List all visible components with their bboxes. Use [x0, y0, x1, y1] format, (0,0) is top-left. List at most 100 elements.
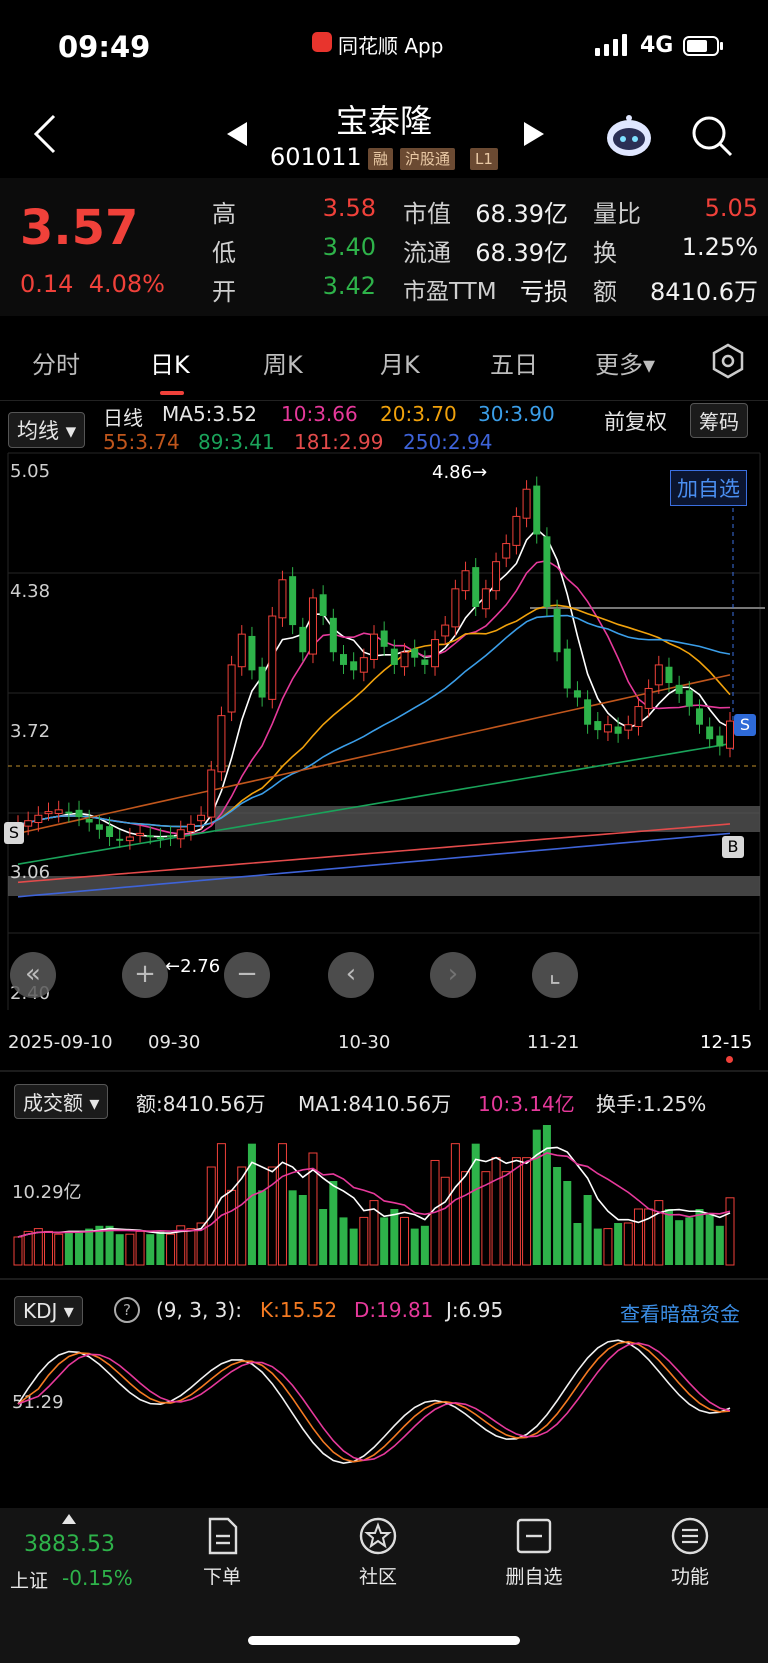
candle: [156, 837, 164, 839]
ma5-value: MA5:3.52: [162, 402, 257, 426]
battery-tip: [720, 42, 723, 50]
app-label[interactable]: 同花顺 App: [312, 30, 443, 59]
community-icon[interactable]: [358, 1516, 398, 1556]
volume-bar: [410, 1228, 419, 1265]
volume-turnover: 换手:1.25%: [596, 1092, 707, 1116]
candlestick-chart[interactable]: [0, 450, 768, 1010]
candle: [380, 630, 388, 647]
volume-bar: [298, 1195, 307, 1265]
candle: [451, 588, 460, 628]
community-label[interactable]: 社区: [338, 1562, 418, 1589]
volume-bar: [501, 1171, 511, 1266]
candle: [543, 536, 551, 607]
tab-more[interactable]: 更多▾: [595, 345, 655, 380]
home-indicator: [248, 1636, 520, 1645]
buy-signal-badge: B: [722, 836, 744, 858]
remove-watch-icon[interactable]: [514, 1516, 554, 1556]
candle: [24, 820, 33, 827]
zoom-out-icon[interactable]: −: [224, 952, 270, 998]
candle: [136, 832, 145, 836]
candle: [106, 826, 114, 837]
volume-bar: [583, 1195, 592, 1265]
volume-bar: [359, 1216, 369, 1266]
search-icon[interactable]: [690, 114, 734, 158]
adjust-toggle[interactable]: 前复权: [604, 406, 667, 436]
zoom-out-far-icon[interactable]: «: [10, 952, 56, 998]
volume-bar: [593, 1228, 602, 1265]
candle: [237, 633, 246, 668]
candle: [492, 561, 501, 592]
period-label: 日线: [103, 406, 143, 430]
candle: [116, 838, 124, 841]
volume-bar: [542, 1125, 551, 1265]
candle: [339, 654, 347, 665]
candle: [278, 579, 287, 619]
candle: [85, 818, 93, 823]
candle: [726, 720, 734, 749]
today-dot: [726, 1056, 733, 1063]
volume-bar: [13, 1236, 23, 1266]
volume-bar: [633, 1208, 643, 1266]
y-tick-2: 4.38: [10, 581, 51, 602]
volume-bar: [400, 1216, 410, 1266]
volume-bar: [115, 1234, 124, 1265]
tab-intraday[interactable]: 分时: [32, 345, 80, 380]
scroll-left-icon[interactable]: ‹: [328, 952, 374, 998]
volume-bar: [511, 1157, 521, 1266]
candle: [125, 836, 134, 842]
tab-five-day[interactable]: 五日: [490, 345, 538, 380]
remove-watch-label[interactable]: 删自选: [494, 1562, 574, 1589]
network-label: 4G: [640, 33, 674, 58]
candle: [716, 735, 724, 747]
dark-pool-link[interactable]: 查看暗盘资金: [620, 1298, 740, 1327]
menu-label[interactable]: 功能: [650, 1562, 730, 1589]
next-stock-icon[interactable]: [522, 120, 546, 148]
tab-weekly-k[interactable]: 周K: [263, 345, 303, 380]
volume-bar: [319, 1209, 328, 1265]
candle: [685, 690, 693, 707]
y-tick-4: 3.06: [10, 862, 51, 883]
y-tick-3: 3.72: [10, 721, 51, 742]
candle: [573, 690, 581, 698]
index-expand-icon[interactable]: [62, 1514, 76, 1524]
robot-assistant-icon[interactable]: [603, 112, 655, 158]
candle: [563, 648, 571, 689]
volume-bar: [725, 1197, 735, 1266]
chips-button[interactable]: 筹码: [690, 403, 748, 438]
status-time: 09:49: [58, 30, 151, 64]
volume-bar: [216, 1143, 226, 1266]
order-label[interactable]: 下单: [182, 1562, 262, 1589]
index-value[interactable]: 3883.53: [24, 1532, 115, 1557]
index-change: -0.15%: [62, 1566, 133, 1590]
candle: [34, 814, 43, 824]
add-watchlist-button[interactable]: 加自选: [670, 470, 747, 506]
turnover-label: 换: [593, 239, 617, 267]
help-icon[interactable]: ?: [114, 1297, 140, 1323]
tab-daily-k[interactable]: 日K: [150, 345, 190, 380]
candle: [248, 635, 256, 671]
x-tick-4: 11-21: [527, 1032, 580, 1053]
tab-monthly-k[interactable]: 月K: [380, 345, 420, 380]
volume-bar: [491, 1157, 501, 1266]
zoom-in-icon[interactable]: +: [122, 952, 168, 998]
scroll-right-icon[interactable]: ›: [430, 952, 476, 998]
order-icon[interactable]: [202, 1516, 242, 1556]
kdj-selector[interactable]: KDJ ▾: [14, 1296, 83, 1326]
candle: [472, 567, 480, 607]
volume-bar: [380, 1217, 389, 1265]
y-tick-high: 5.05: [10, 461, 51, 482]
indicator-selector[interactable]: 均线 ▾: [8, 412, 86, 448]
volume-bar: [33, 1228, 43, 1266]
fullscreen-icon[interactable]: ⌞: [532, 952, 578, 998]
volume-bar: [420, 1225, 429, 1265]
volume-bar: [695, 1209, 704, 1265]
candle: [146, 835, 154, 838]
candle: [411, 648, 419, 658]
chart-settings-icon[interactable]: [710, 343, 746, 379]
candle: [370, 633, 378, 660]
volume-selector[interactable]: 成交额 ▾: [14, 1084, 109, 1119]
volume-bar: [623, 1222, 633, 1266]
menu-icon[interactable]: [670, 1516, 710, 1556]
candle: [522, 488, 531, 519]
volume-bar: [258, 1190, 267, 1265]
